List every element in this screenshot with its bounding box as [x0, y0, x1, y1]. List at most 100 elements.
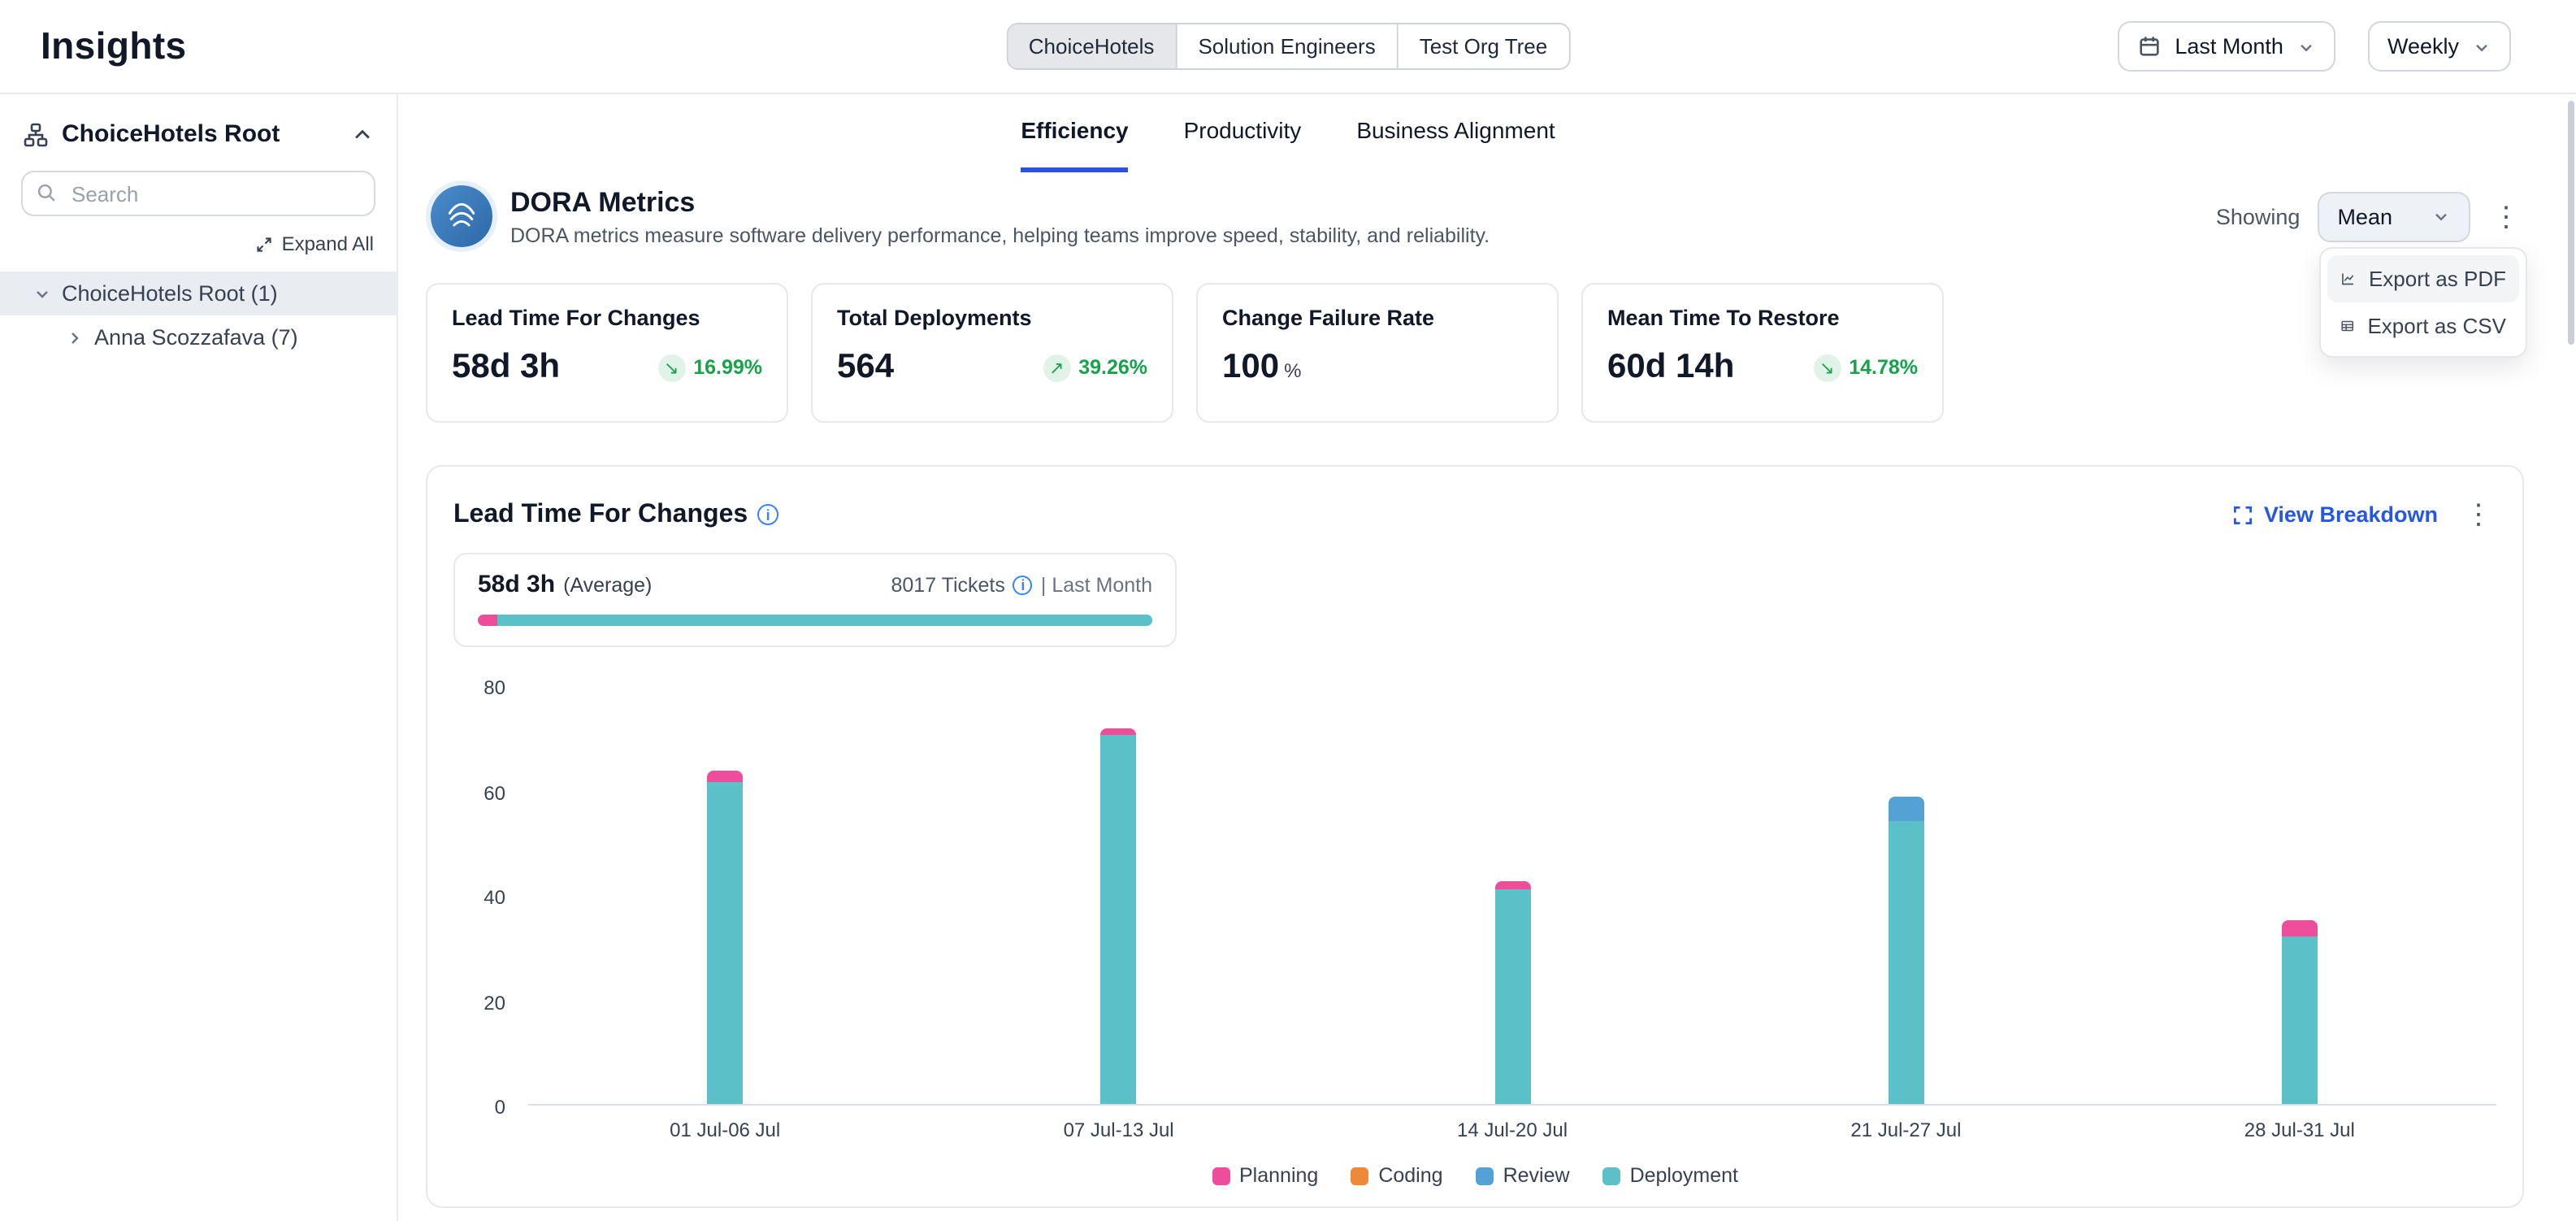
chevron-down-icon — [2472, 37, 2491, 56]
period-select[interactable]: Last Month — [2118, 21, 2335, 72]
bar-segment-planning — [1494, 881, 1530, 889]
legend-item-planning[interactable]: Planning — [1212, 1164, 1318, 1187]
dora-controls: Showing Mean — [2216, 191, 2524, 241]
plot-area — [528, 686, 2496, 1106]
main-content: Efficiency Productivity Business Alignme… — [398, 94, 2576, 1221]
info-icon[interactable] — [757, 504, 778, 525]
x-axis-label: 28 Jul-31 Jul — [2103, 1119, 2496, 1141]
view-breakdown-button[interactable]: View Breakdown — [2231, 502, 2438, 527]
metric-card-lead-time: Lead Time For Changes 58d 3h ↘ 16.99% — [426, 283, 788, 423]
showing-label: Showing — [2216, 204, 2301, 228]
x-axis-label: 14 Jul-20 Jul — [1316, 1119, 1709, 1141]
search-container — [21, 171, 375, 216]
chevron-right-icon — [65, 328, 85, 347]
org-tree-icon — [23, 121, 49, 147]
trend-down-icon: ↘ — [657, 354, 685, 381]
legend-item-coding[interactable]: Coding — [1351, 1164, 1442, 1187]
summary-bar-segment-planning — [478, 615, 498, 626]
metric-value: 60d 14h — [1607, 348, 1734, 387]
delta-percent: 16.99% — [693, 356, 762, 379]
chevron-down-icon — [2431, 206, 2451, 226]
delta-percent: 14.78% — [1849, 356, 1918, 379]
legend-swatch — [1476, 1167, 1494, 1184]
chart-column — [2103, 686, 2496, 1104]
metric-title: Mean Time To Restore — [1607, 306, 1918, 330]
x-axis-label: 21 Jul-27 Jul — [1709, 1119, 2102, 1141]
page-title: Insights — [41, 24, 187, 68]
tree-item-label: ChoiceHotels Root (1) — [62, 281, 278, 306]
metric-value: 564 — [837, 348, 894, 387]
stacked-bar[interactable] — [1101, 729, 1137, 1104]
y-tick-label: 40 — [484, 886, 505, 909]
export-csv-menu-item[interactable]: Export as CSV — [2327, 302, 2519, 350]
chart-summary-card: 58d 3h (Average) 8017 Tickets | Last Mon… — [453, 553, 1177, 647]
legend-label: Review — [1503, 1164, 1570, 1187]
dora-text: DORA Metrics DORA metrics measure softwa… — [510, 186, 1490, 246]
metric-cards-row: Lead Time For Changes 58d 3h ↘ 16.99% To… — [426, 283, 2576, 423]
dora-icon — [431, 185, 492, 247]
chevron-up-icon[interactable] — [351, 123, 374, 146]
legend-item-review[interactable]: Review — [1476, 1164, 1570, 1187]
chart-kebab-menu-button[interactable] — [2461, 489, 2496, 540]
dora-description: DORA metrics measure software delivery p… — [510, 224, 1490, 246]
metric-delta: ↗ 39.26% — [1043, 354, 1147, 381]
bar-segment-planning — [2282, 920, 2318, 936]
table-icon — [2340, 314, 2354, 338]
metric-card-total-deployments: Total Deployments 564 ↗ 39.26% — [811, 283, 1173, 423]
view-breakdown-label: View Breakdown — [2264, 502, 2438, 527]
tree-item-anna-scozzafava[interactable]: Anna Scozzafava (7) — [0, 315, 397, 359]
export-pdf-menu-item[interactable]: Export as PDF — [2327, 255, 2519, 302]
chart-column — [528, 686, 922, 1104]
y-tick-label: 60 — [484, 781, 505, 804]
bar-segment-deployment — [707, 781, 743, 1104]
stacked-bar[interactable] — [2282, 920, 2318, 1104]
trend-down-icon: ↘ — [1813, 354, 1841, 381]
lead-time-chart-card: Lead Time For Changes View Breakdown — [426, 465, 2524, 1208]
chart-title: Lead Time For Changes — [453, 500, 748, 529]
tree-item-choicehotels-root[interactable]: ChoiceHotels Root (1) — [0, 272, 397, 315]
metric-value: 58d 3h — [452, 348, 560, 387]
y-tick-label: 20 — [484, 991, 505, 1014]
export-pdf-label: Export as PDF — [2369, 267, 2506, 291]
search-input[interactable] — [21, 171, 375, 216]
metric-value: 100 — [1222, 348, 1279, 385]
stacked-bar[interactable] — [1888, 797, 1923, 1104]
tree-item-label: Anna Scozzafava (7) — [94, 325, 298, 350]
granularity-select[interactable]: Weekly — [2368, 21, 2511, 72]
export-menu: Export as PDF Export as CSV — [2319, 247, 2527, 358]
bar-segment-review — [1888, 797, 1923, 821]
summary-qualifier: (Average) — [563, 574, 652, 597]
stacked-bar[interactable] — [1494, 881, 1530, 1104]
sidebar: ChoiceHotels Root Expand All — [0, 94, 398, 1221]
sidebar-header: ChoiceHotels Root — [0, 114, 397, 167]
dora-kebab-menu-button[interactable] — [2488, 191, 2524, 241]
legend-swatch — [1212, 1167, 1229, 1184]
expand-all-label: Expand All — [282, 232, 374, 255]
trend-up-icon: ↗ — [1043, 354, 1070, 381]
y-tick-label: 80 — [484, 676, 505, 699]
org-tab-solution-engineers[interactable]: Solution Engineers — [1177, 24, 1398, 68]
tab-efficiency[interactable]: Efficiency — [1021, 117, 1128, 172]
metric-delta: ↘ 16.99% — [657, 354, 762, 381]
tab-business-alignment[interactable]: Business Alignment — [1356, 117, 1555, 172]
main-tab-bar: Efficiency Productivity Business Alignme… — [398, 94, 2178, 172]
chart-line-icon — [2340, 267, 2356, 291]
metric-unit: % — [1284, 359, 1301, 382]
chart-column — [1316, 686, 1709, 1104]
dora-title: DORA Metrics — [510, 186, 1490, 219]
expand-all-button[interactable]: Expand All — [0, 232, 374, 255]
topbar-controls: Last Month Weekly — [2118, 21, 2511, 72]
app-root: Insights ChoiceHotels Solution Engineers… — [0, 0, 2576, 1221]
scrollbar-thumb[interactable] — [2568, 101, 2574, 345]
y-tick-label: 0 — [495, 1096, 505, 1119]
dora-metrics-header: DORA Metrics DORA metrics measure softwa… — [398, 185, 2576, 247]
mean-select[interactable]: Mean — [2318, 191, 2470, 241]
stacked-bar[interactable] — [707, 771, 743, 1104]
chart-column — [922, 686, 1315, 1104]
org-tab-test-org-tree[interactable]: Test Org Tree — [1399, 24, 1569, 68]
expand-icon — [2231, 503, 2254, 526]
legend-item-deployment[interactable]: Deployment — [1602, 1164, 1738, 1187]
info-icon[interactable] — [1013, 576, 1033, 595]
tab-productivity[interactable]: Productivity — [1184, 117, 1302, 172]
org-tab-choicehotels[interactable]: ChoiceHotels — [1008, 24, 1177, 68]
